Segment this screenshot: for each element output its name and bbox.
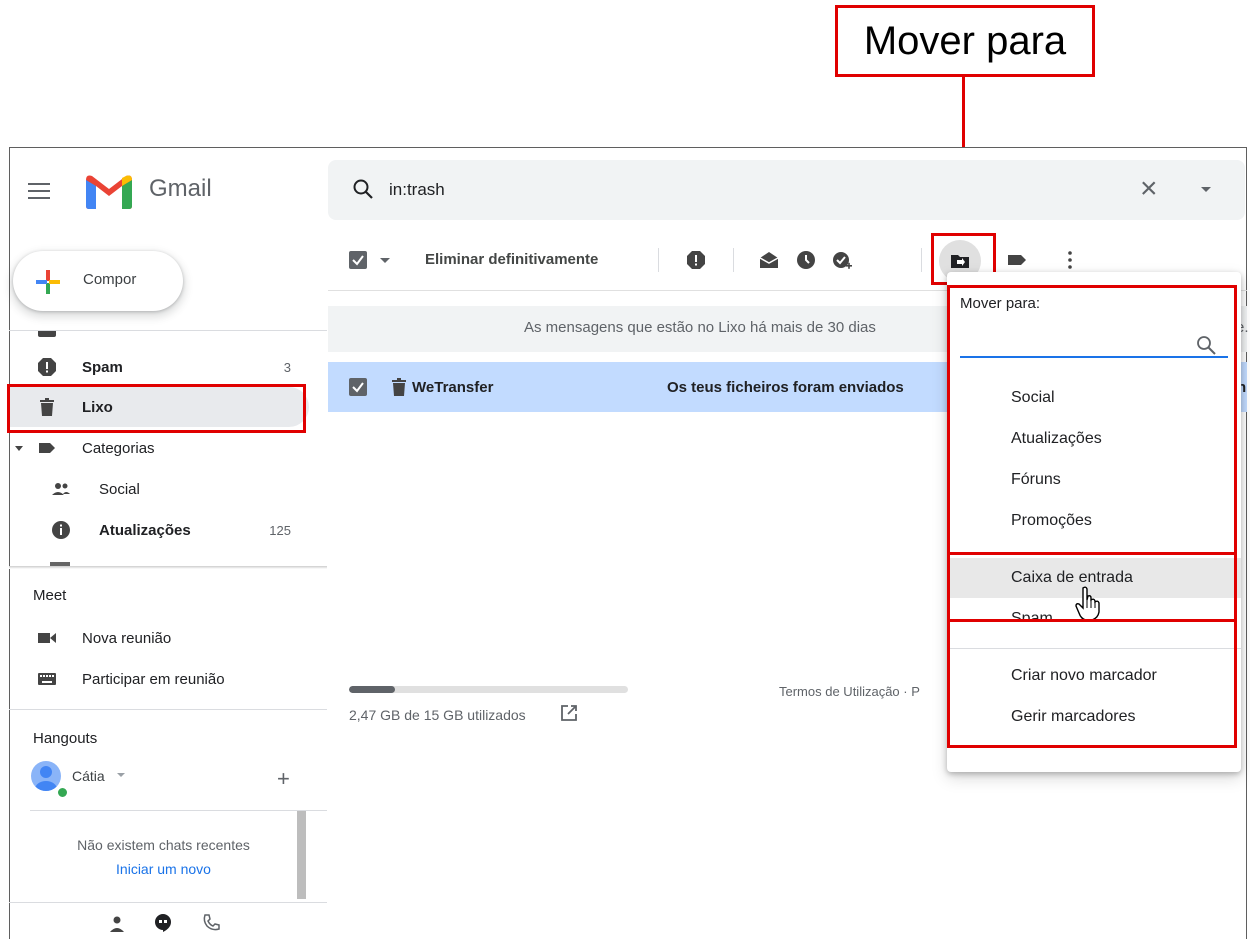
sidebar-item-count: 3 xyxy=(283,359,291,375)
checkmark-icon xyxy=(352,255,364,266)
new-meeting-item[interactable]: Nova reunião xyxy=(9,618,327,658)
sidebar-item-spam[interactable]: Spam 3 xyxy=(9,347,327,387)
compose-plus-icon xyxy=(36,270,60,294)
terms-link[interactable]: Termos de Utilização · P xyxy=(779,684,920,699)
hangouts-section-title: Hangouts xyxy=(33,730,98,747)
trash-highlight-box xyxy=(7,384,306,433)
sidebar-divider xyxy=(9,330,327,331)
toolbar-separator xyxy=(658,248,659,272)
join-meeting-item[interactable]: Participar em reunião xyxy=(9,659,327,699)
no-chats-message: Não existem chats recentes xyxy=(77,837,250,853)
search-icon[interactable] xyxy=(351,177,375,201)
app-name: Gmail xyxy=(149,175,212,202)
trash-icon xyxy=(392,378,406,396)
sidebar-divider xyxy=(9,709,327,710)
checkmark-icon xyxy=(352,382,364,393)
sidebar-item-categories[interactable]: Categorias xyxy=(9,428,327,468)
storage-progress-bar xyxy=(349,686,628,693)
hangouts-user-name[interactable]: Cátia xyxy=(72,768,105,784)
compose-label: Compor xyxy=(83,271,137,288)
sidebar-item-label: Atualizações xyxy=(99,521,191,539)
select-all-checkbox[interactable] xyxy=(349,251,367,269)
spam-icon xyxy=(38,358,56,376)
search-input[interactable]: in:trash xyxy=(389,180,445,200)
clipped-nav-icon xyxy=(38,331,56,337)
delete-forever-button[interactable]: Eliminar definitivamente xyxy=(425,251,598,268)
sidebar-section-shadow xyxy=(9,566,327,569)
sidebar-item-updates[interactable]: Atualizações 125 xyxy=(9,510,327,550)
user-status-caret-icon[interactable] xyxy=(117,773,125,777)
expand-caret-icon[interactable] xyxy=(15,444,23,452)
hangouts-scrollbar[interactable] xyxy=(297,811,306,899)
sidebar-item-count: 125 xyxy=(269,522,291,538)
label-icon xyxy=(39,443,55,453)
more-options-icon[interactable] xyxy=(1060,250,1080,270)
email-sender: WeTransfer xyxy=(412,379,494,396)
select-options-caret-icon[interactable] xyxy=(380,258,390,263)
open-in-new-icon[interactable] xyxy=(560,704,578,722)
sidebar-item-label: Social xyxy=(99,480,140,498)
trash-notice: As mensagens que estão no Lixo há mais d… xyxy=(524,319,876,336)
add-chat-icon[interactable]: + xyxy=(277,766,290,792)
sidebar-item-label: Categorias xyxy=(82,439,155,457)
storage-usage-text: 2,47 GB de 15 GB utilizados xyxy=(349,707,526,723)
snooze-clock-icon[interactable] xyxy=(796,250,816,270)
toolbar-separator xyxy=(921,248,922,272)
menu-highlight-box-inbox xyxy=(947,552,1237,622)
online-status-dot xyxy=(56,786,69,799)
info-icon xyxy=(52,521,70,539)
toolbar-separator xyxy=(733,248,734,272)
callout-label: Mover para xyxy=(835,5,1095,77)
people-icon xyxy=(52,483,70,495)
join-meeting-label: Participar em reunião xyxy=(82,670,225,688)
contacts-tab-icon[interactable] xyxy=(109,915,125,933)
hangouts-tab-icon[interactable] xyxy=(154,913,172,933)
avatar-person-icon xyxy=(35,766,57,791)
add-to-tasks-icon[interactable] xyxy=(832,250,852,270)
row-checkbox[interactable] xyxy=(349,378,367,396)
keyboard-icon xyxy=(38,673,56,685)
hangouts-divider xyxy=(30,810,327,811)
hangouts-divider xyxy=(9,902,327,903)
storage-progress-fill xyxy=(349,686,396,693)
email-subject: Os teus ficheiros foram enviados xyxy=(667,379,904,396)
search-bar[interactable] xyxy=(328,160,1245,220)
clear-search-icon[interactable]: × xyxy=(1140,174,1158,204)
labels-icon[interactable] xyxy=(1007,250,1027,270)
menu-highlight-box-bottom xyxy=(947,619,1237,748)
start-new-chat-link[interactable]: Iniciar um novo xyxy=(30,861,297,877)
mark-as-read-icon[interactable] xyxy=(759,250,779,270)
video-camera-icon xyxy=(38,633,56,643)
new-meeting-label: Nova reunião xyxy=(82,629,172,647)
sidebar-item-social[interactable]: Social xyxy=(9,469,327,509)
gmail-logo xyxy=(86,175,132,209)
meet-section-title: Meet xyxy=(33,587,67,604)
menu-highlight-box-top xyxy=(947,285,1237,555)
sidebar-item-label: Spam xyxy=(82,358,123,376)
avatar[interactable] xyxy=(31,761,61,791)
search-options-icon[interactable] xyxy=(1199,182,1213,196)
report-spam-icon[interactable] xyxy=(686,250,706,270)
phone-tab-icon[interactable] xyxy=(202,914,220,932)
main-menu-icon[interactable] xyxy=(28,183,50,199)
